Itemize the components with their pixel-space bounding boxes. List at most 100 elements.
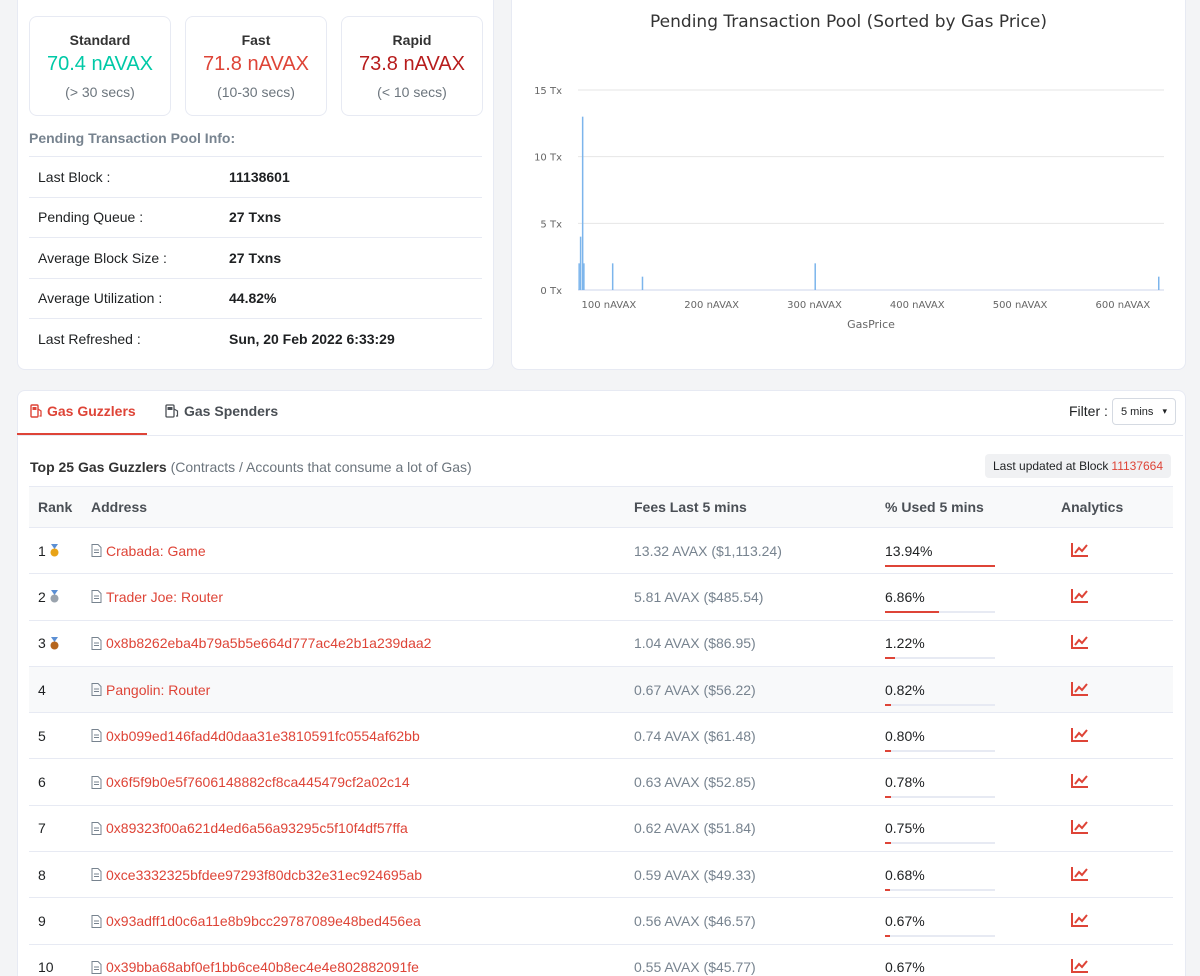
info-row-last-refreshed: Last Refreshed : Sun, 20 Feb 2022 6:33:29: [29, 318, 482, 359]
tab-divider: [17, 435, 1183, 436]
analytics-chart-icon[interactable]: [1071, 866, 1089, 881]
pct-value: 0.80%: [885, 727, 925, 744]
address-link[interactable]: Trader Joe: Router: [106, 589, 223, 605]
contract-file-icon: [91, 683, 102, 697]
gas-station-icon: [165, 404, 179, 418]
pct-value: 0.68%: [885, 866, 925, 883]
usage-bar-fill: [885, 935, 891, 938]
gas-standard-value: 70.4 nAVAX: [47, 53, 153, 75]
contract-file-icon: [91, 960, 102, 974]
info-value: 11138601: [229, 168, 290, 185]
chart-bar: [814, 263, 816, 290]
address-link[interactable]: 0x89323f00a621d4ed6a56a93295c5f10f4df57f…: [106, 820, 408, 836]
analytics-chart-icon[interactable]: [1071, 681, 1089, 696]
chart-bar: [611, 263, 614, 290]
y-tick-label: 0 Tx: [540, 286, 562, 297]
pct-value: 0.67%: [885, 959, 925, 976]
address-cell: 0x6f5f9b0e5f7606148882cf8ca445479cf2a02c…: [91, 774, 634, 790]
guzzlers-table: Rank Address Fees Last 5 mins % Used 5 m…: [29, 486, 1173, 976]
pct-value: 0.82%: [885, 681, 925, 698]
usage-bar-fill: [885, 749, 892, 752]
table-row: 9 0x93adff1d0c6a11e8b9bcc29787089e48bed4…: [29, 898, 1173, 945]
address-link[interactable]: Pangolin: Router: [106, 682, 210, 698]
gas-fast-time: (10-30 secs): [217, 84, 295, 100]
contract-file-icon: [91, 636, 102, 650]
usage-bar-fill: [885, 842, 891, 845]
x-tick-label: 500 nAVAX: [993, 300, 1048, 311]
chart-bar: [641, 276, 644, 290]
info-label: Pending Queue :: [38, 209, 144, 226]
usage-bar-fill: [885, 564, 995, 567]
section-title: Top 25 Gas Guzzlers (Contracts / Account…: [30, 459, 472, 475]
address-link[interactable]: 0xce3332325bfdee97293f80dcb32e31ec924695…: [106, 867, 422, 883]
address-link[interactable]: 0x93adff1d0c6a11e8b9bcc29787089e48bed456…: [106, 913, 421, 929]
analytics-cell: [1061, 681, 1161, 699]
pct-value: 1.22%: [885, 635, 925, 652]
last-updated-label: Last updated at Block: [993, 459, 1109, 473]
fees-cell: 0.62 AVAX ($51.84): [634, 820, 756, 837]
address-link[interactable]: 0xb099ed146fad4d0daa31e3810591fc0554af62…: [106, 728, 420, 744]
tab-gas-guzzlers-label: Gas Guzzlers: [47, 403, 136, 419]
gas-standard-box: Standard 70.4 nAVAX (> 30 secs): [29, 16, 171, 116]
analytics-chart-icon[interactable]: [1071, 819, 1089, 835]
info-row-avg-utilization: Average Utilization : 44.82%: [29, 277, 482, 319]
table-row: 10 0x39bba68abf0ef1bb6ce40b8ec4e4e802882…: [29, 945, 1173, 976]
usage-bar: [885, 749, 995, 752]
y-tick-label: 15 Tx: [534, 86, 562, 97]
contract-file-icon: [91, 729, 102, 743]
address-cell: 0x89323f00a621d4ed6a56a93295c5f10f4df57f…: [91, 820, 634, 836]
gas-rapid-time: (< 10 secs): [377, 84, 447, 100]
chevron-down-icon: ▾: [1162, 406, 1167, 416]
analytics-chart-icon[interactable]: [1071, 773, 1089, 789]
address-link[interactable]: 0x6f5f9b0e5f7606148882cf8ca445479cf2a02c…: [106, 774, 410, 790]
fees-cell: 0.55 AVAX ($45.77): [634, 959, 756, 976]
address-link[interactable]: Crabada: Game: [106, 543, 206, 559]
address-cell: 0x39bba68abf0ef1bb6ce40b8ec4e4e802882091…: [91, 959, 634, 975]
tab-gas-spenders[interactable]: Gas Spenders: [165, 403, 278, 419]
table-header: Rank Address Fees Last 5 mins % Used 5 m…: [29, 486, 1173, 528]
usage-bar-fill: [885, 657, 895, 660]
analytics-chart-icon[interactable]: [1071, 542, 1089, 557]
filter-label: Filter :: [1069, 403, 1108, 419]
section-subtitle: (Contracts / Accounts that consume a lot…: [170, 459, 472, 475]
tab-gas-spenders-label: Gas Spenders: [184, 403, 279, 419]
pct-cell: 0.68%: [885, 866, 1061, 891]
x-axis-label: GasPrice: [847, 318, 895, 331]
gas-fast-value: 71.8 nAVAX: [203, 53, 309, 75]
rank-cell: 6: [29, 774, 91, 790]
table-row: 8 0xce3332325bfdee97293f80dcb32e31ec9246…: [29, 852, 1173, 899]
fees-cell: 0.56 AVAX ($46.57): [634, 913, 756, 930]
address-link[interactable]: 0x8b8262eba4b79a5b5e664d777ac4e2b1a239da…: [106, 635, 431, 651]
pct-value: 13.94%: [885, 542, 933, 559]
rank-cell: 4: [29, 682, 91, 698]
analytics-chart-icon[interactable]: [1071, 958, 1089, 974]
usage-bar: [885, 564, 995, 567]
rank-cell: 8: [29, 867, 91, 883]
tab-gas-guzzlers[interactable]: Gas Guzzlers: [30, 403, 136, 419]
usage-bar: [885, 888, 995, 891]
last-updated-block-link[interactable]: 11137664: [1111, 459, 1163, 473]
header-pct: % Used 5 mins: [885, 499, 984, 515]
analytics-chart-icon[interactable]: [1071, 634, 1089, 650]
fees-cell: 0.59 AVAX ($49.33): [634, 866, 756, 883]
analytics-chart-icon[interactable]: [1071, 588, 1089, 603]
fuel-pump-icon: [30, 404, 42, 418]
filter-value: 5 mins: [1121, 405, 1154, 418]
last-updated-badge: Last updated at Block 11137664: [985, 454, 1172, 478]
usage-bar: [885, 935, 995, 938]
address-cell: 0xb099ed146fad4d0daa31e3810591fc0554af62…: [91, 728, 634, 744]
address-link[interactable]: 0x39bba68abf0ef1bb6ce40b8ec4e4e802882091…: [106, 959, 419, 975]
pct-value: 0.67%: [885, 913, 925, 930]
analytics-chart-icon[interactable]: [1071, 727, 1089, 742]
gas-fast-title: Fast: [241, 32, 271, 48]
analytics-cell: [1061, 912, 1161, 930]
rank-value: 6: [38, 774, 46, 791]
x-tick-label: 100 nAVAX: [581, 300, 636, 311]
analytics-chart-icon[interactable]: [1071, 912, 1089, 928]
usage-bar: [885, 796, 995, 799]
usage-bar-fill: [885, 796, 892, 799]
pct-cell: 0.82%: [885, 681, 1061, 706]
filter-select[interactable]: 5 mins ▾: [1112, 398, 1176, 425]
pct-cell: 0.67%: [885, 959, 1061, 975]
analytics-cell: [1061, 773, 1161, 791]
